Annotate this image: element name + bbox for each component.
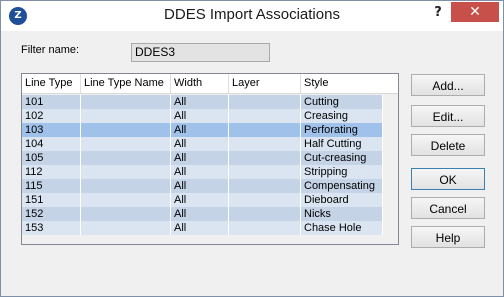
table-cell: Compensating — [301, 179, 383, 193]
table-cell: Cut-creasing — [301, 151, 383, 165]
table-cell: All — [171, 221, 229, 235]
table-cell — [229, 123, 301, 137]
ok-button[interactable]: OK — [411, 168, 485, 190]
help-question-button[interactable]: ? — [425, 3, 451, 25]
table-cell — [81, 221, 171, 235]
table-cell: All — [171, 151, 229, 165]
table-cell: 152 — [22, 207, 81, 221]
table-cell: Cutting — [301, 95, 383, 109]
table-cell — [229, 193, 301, 207]
table-cell — [229, 179, 301, 193]
delete-button[interactable]: Delete — [411, 134, 485, 156]
table-row[interactable]: 152 All Nicks — [22, 207, 383, 221]
add-button[interactable]: Add... — [411, 74, 485, 96]
table-cell — [229, 95, 301, 109]
table-cell: All — [171, 123, 229, 137]
table-cell — [81, 179, 171, 193]
table-cell: All — [171, 109, 229, 123]
table-cell: 101 — [22, 95, 81, 109]
grid-header: Line Type Line Type Name Width Layer Sty… — [22, 74, 398, 94]
table-cell — [229, 207, 301, 221]
table-cell — [81, 207, 171, 221]
column-header-line-type[interactable]: Line Type — [22, 74, 81, 93]
table-cell — [81, 137, 171, 151]
table-cell — [229, 137, 301, 151]
table-cell — [229, 165, 301, 179]
table-cell: Creasing — [301, 109, 383, 123]
table-row[interactable]: 105 All Cut-creasing — [22, 151, 383, 165]
table-cell: All — [171, 95, 229, 109]
table-row[interactable]: 104 All Half Cutting — [22, 137, 383, 151]
table-cell: Stripping — [301, 165, 383, 179]
table-cell: 151 — [22, 193, 81, 207]
column-header-layer[interactable]: Layer — [229, 74, 301, 93]
column-header-style[interactable]: Style — [301, 74, 398, 93]
table-cell: All — [171, 193, 229, 207]
title-bar: Z DDES Import Associations ? ✕ — [1, 1, 503, 31]
table-cell — [81, 109, 171, 123]
table-cell: All — [171, 137, 229, 151]
edit-button[interactable]: Edit... — [411, 105, 485, 127]
table-cell: 104 — [22, 137, 81, 151]
help-button[interactable]: Help — [411, 226, 485, 248]
table-cell: Dieboard — [301, 193, 383, 207]
table-cell: 112 — [22, 165, 81, 179]
table-cell — [81, 151, 171, 165]
table-cell — [81, 123, 171, 137]
table-cell: 115 — [22, 179, 81, 193]
table-cell: 105 — [22, 151, 81, 165]
close-button[interactable]: ✕ — [451, 2, 499, 22]
filter-name-field[interactable]: DDES3 — [131, 43, 270, 62]
table-cell: 102 — [22, 109, 81, 123]
table-cell — [229, 221, 301, 235]
column-header-width[interactable]: Width — [171, 74, 229, 93]
table-row[interactable]: 103 All Perforating — [22, 123, 383, 137]
table-cell — [81, 165, 171, 179]
table-cell: Perforating — [301, 123, 383, 137]
column-header-line-type-name[interactable]: Line Type Name — [81, 74, 171, 93]
cancel-button[interactable]: Cancel — [411, 197, 485, 219]
table-cell: 153 — [22, 221, 81, 235]
dialog-window: Z DDES Import Associations ? ✕ Filter na… — [0, 0, 504, 297]
table-cell — [229, 109, 301, 123]
table-row[interactable]: 112 All Stripping — [22, 165, 383, 179]
table-row[interactable]: 151 All Dieboard — [22, 193, 383, 207]
table-cell: 103 — [22, 123, 81, 137]
filter-name-label: Filter name: — [21, 44, 80, 56]
table-cell — [81, 95, 171, 109]
table-cell — [229, 151, 301, 165]
table-cell: All — [171, 207, 229, 221]
associations-grid[interactable]: Line Type Line Type Name Width Layer Sty… — [21, 73, 399, 245]
table-cell — [81, 193, 171, 207]
table-cell: All — [171, 165, 229, 179]
table-row[interactable]: 115 All Compensating — [22, 179, 383, 193]
table-row[interactable]: 102 All Creasing — [22, 109, 383, 123]
table-cell: All — [171, 179, 229, 193]
table-row[interactable]: 153 All Chase Hole — [22, 221, 383, 235]
table-row[interactable]: 101 All Cutting — [22, 95, 383, 109]
table-cell: Half Cutting — [301, 137, 383, 151]
table-cell: Chase Hole — [301, 221, 383, 235]
table-cell: Nicks — [301, 207, 383, 221]
